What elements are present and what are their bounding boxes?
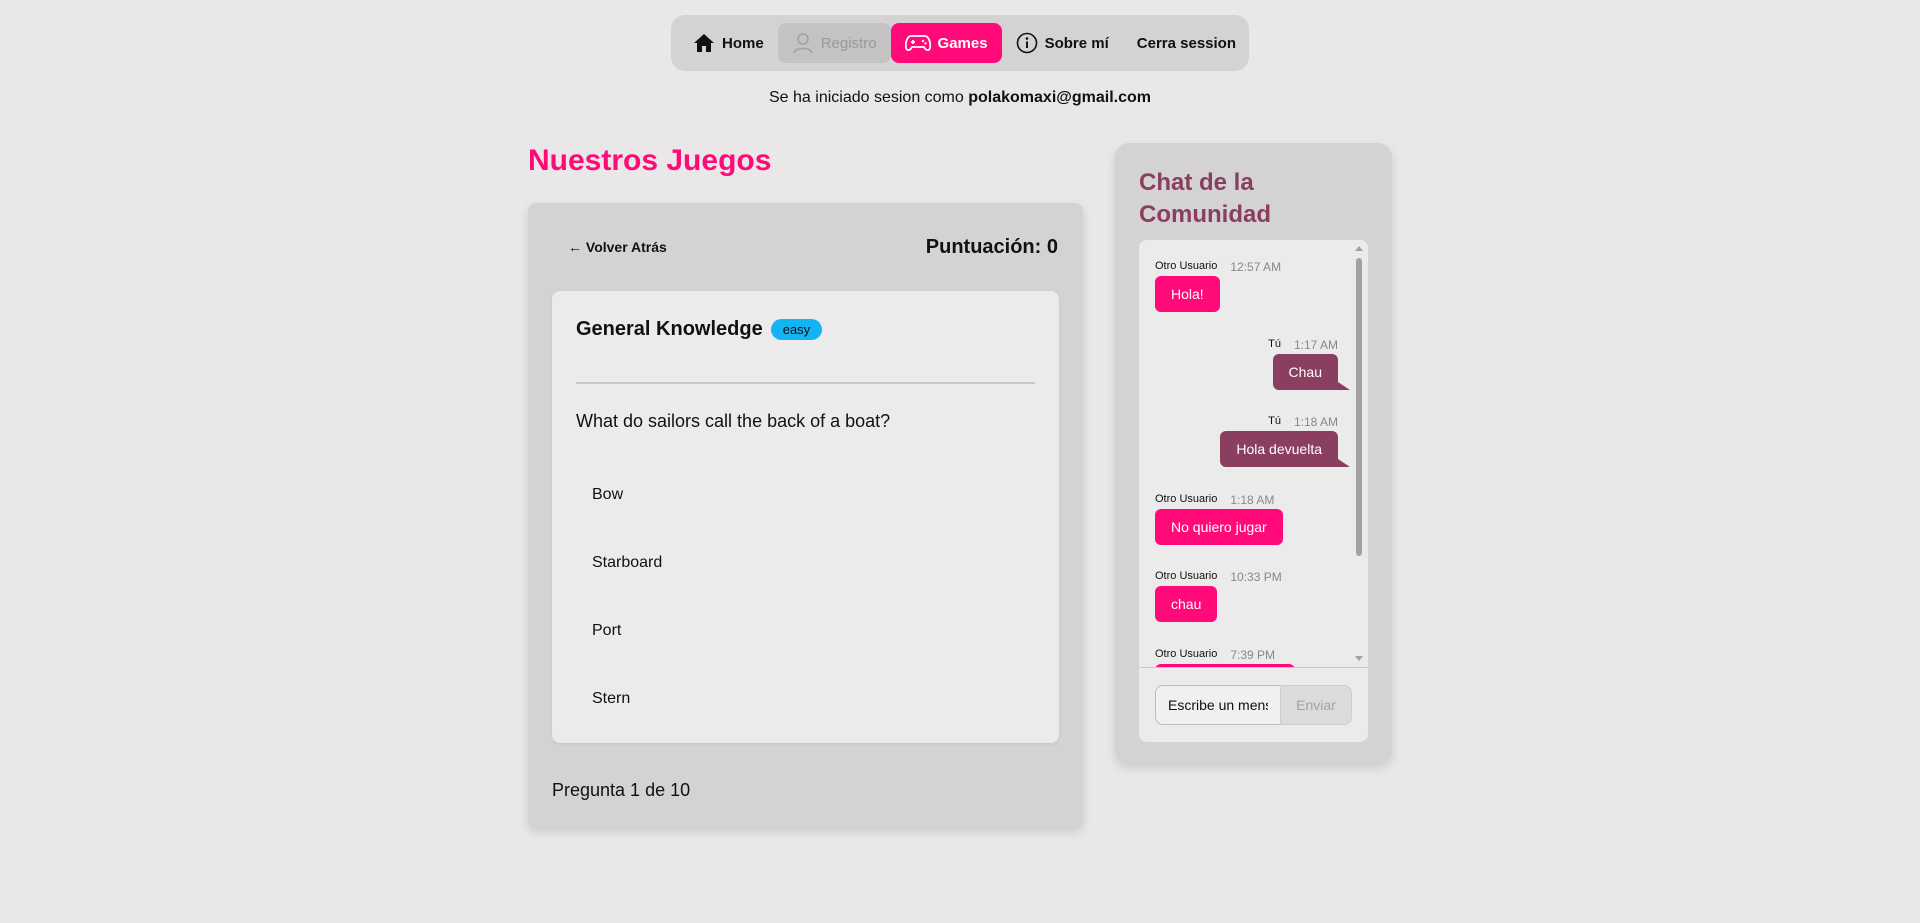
user-icon <box>792 32 814 54</box>
message-time: 1:18 AM <box>1293 415 1338 429</box>
chat-message: Otro Usuario 12:57 AM Hola! <box>1155 260 1281 312</box>
question-header: General Knowledge easy <box>576 318 823 341</box>
message-time: 1:18 AM <box>1230 493 1275 507</box>
scroll-thumb[interactable] <box>1356 258 1362 556</box>
session-email: polakomaxi@gmail.com <box>968 89 1151 106</box>
chat-message: Tú 1:17 AM Chau <box>1268 338 1351 390</box>
question-progress: Pregunta 1 de 10 <box>552 780 691 800</box>
nav-games-label: Games <box>937 34 988 52</box>
game-panel: ← Volver Atrás Puntuación: 0 General Kno… <box>528 203 1083 828</box>
nav-logout-label: Cerra session <box>1136 34 1237 52</box>
games-title: Nuestros Juegos <box>528 144 772 177</box>
chat-message: Tú 1:18 AM Hola devuelta <box>1220 415 1350 467</box>
nav-sobre-mi[interactable]: Sobre mí <box>1002 23 1123 63</box>
chat-divider <box>1139 667 1368 668</box>
gamepad-icon <box>904 34 931 52</box>
nav-home[interactable]: Home <box>679 23 778 63</box>
message-author: Otro Usuario <box>1155 648 1218 660</box>
message-bubble: Hola devuelta <box>1220 431 1350 467</box>
chat-box: Otro Usuario 12:57 AM Hola! Tú 1:17 AM Cha… <box>1139 240 1368 742</box>
nav-logout[interactable]: Cerra session <box>1123 23 1250 63</box>
answer-option[interactable]: Stern <box>576 665 1035 733</box>
nav-registro[interactable]: Registro <box>777 23 891 63</box>
difficulty-badge: easy <box>770 319 823 340</box>
nav-games[interactable]: Games <box>890 23 1002 63</box>
session-prefix: Se ha iniciado sesion como <box>769 89 964 106</box>
chat-title: Chat de la Comunidad <box>1139 169 1271 228</box>
question-divider <box>576 382 1035 384</box>
message-author: Tú <box>1268 415 1281 427</box>
message-author: Tú <box>1268 338 1281 350</box>
answer-option[interactable]: Port <box>576 597 1035 665</box>
answer-option[interactable]: Bow <box>576 461 1035 529</box>
score-label: Puntuación: 0 <box>925 236 1058 258</box>
message-time: 12:57 AM <box>1230 260 1282 274</box>
scroll-up-icon[interactable] <box>1355 246 1363 251</box>
chat-scrollbar[interactable] <box>1354 240 1364 667</box>
nav-sobre-mi-label: Sobre mí <box>1044 34 1109 52</box>
message-author: Otro Usuario <box>1155 260 1218 272</box>
back-button[interactable]: ← Volver Atrás <box>568 239 667 255</box>
home-icon <box>693 33 715 53</box>
message-author: Otro Usuario <box>1155 570 1218 582</box>
message-bubble: chau <box>1155 586 1218 622</box>
message-bubble: Hola! <box>1155 276 1220 312</box>
message-author: Otro Usuario <box>1155 493 1218 505</box>
send-button[interactable]: Enviar <box>1280 685 1352 725</box>
message-bubble: No quiero jugar <box>1155 509 1283 545</box>
session-info: Se ha iniciado sesion como polakomaxi@gm… <box>0 89 1920 107</box>
scroll-down-icon[interactable] <box>1355 656 1363 661</box>
message-time: 1:17 AM <box>1293 338 1338 352</box>
question-card: General Knowledge easy What do sailors c… <box>552 291 1059 743</box>
top-nav: Home Registro Games Sobre mí Cerra sessi… <box>671 15 1249 71</box>
answer-option[interactable]: Starboard <box>576 529 1035 597</box>
chat-message: Otro Usuario 7:39 PM <box>1155 648 1295 667</box>
nav-home-label: Home <box>722 34 764 52</box>
question-category: General Knowledge <box>576 318 763 340</box>
message-time: 7:39 PM <box>1230 648 1276 662</box>
answer-list: Bow Starboard Port Stern <box>576 461 1035 733</box>
chat-message: Otro Usuario 10:33 PM chau <box>1155 570 1282 622</box>
info-icon <box>1016 32 1038 54</box>
chat-message-input[interactable] <box>1155 685 1280 725</box>
chat-panel: Chat de la Comunidad Otro Usuario 12:57 A… <box>1115 143 1392 764</box>
nav-registro-label: Registro <box>820 34 877 52</box>
question-text: What do sailors call the back of a boat? <box>576 411 891 431</box>
message-list[interactable]: Otro Usuario 12:57 AM Hola! Tú 1:17 AM Cha… <box>1139 240 1368 667</box>
chat-message: Otro Usuario 1:18 AM No quiero jugar <box>1155 493 1283 545</box>
message-time: 10:33 PM <box>1230 570 1282 584</box>
message-bubble: Chau <box>1272 354 1351 390</box>
